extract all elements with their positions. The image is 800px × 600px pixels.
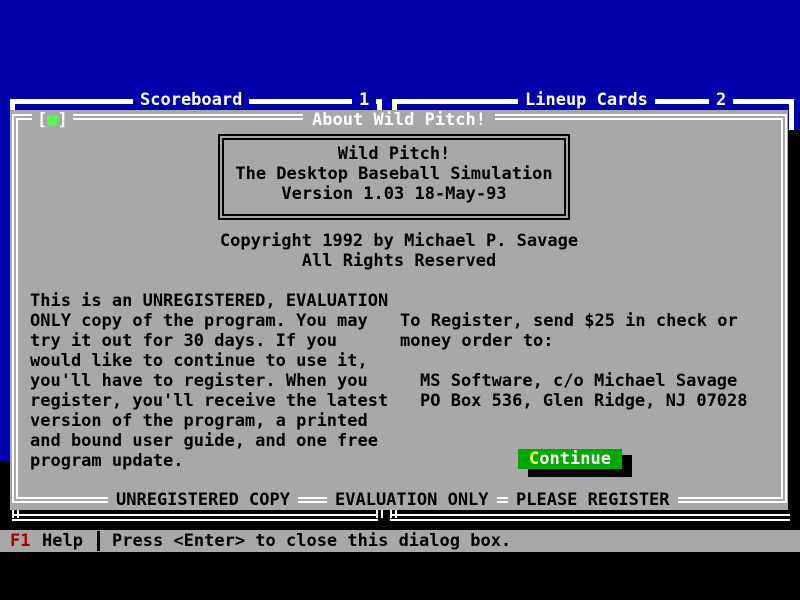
footer-please-register: PLEASE REGISTER: [508, 490, 678, 510]
continue-button[interactable]: Continue: [518, 449, 622, 469]
scoreboard-window-corner: [10, 99, 15, 110]
f1-help-label[interactable]: Help: [42, 531, 83, 551]
lineup-window-title[interactable]: Lineup Cards: [518, 90, 655, 110]
program-subtitle: The Desktop Baseball Simulation: [224, 164, 564, 184]
register-address-line: PO Box 536, Glen Ridge, NJ 07028: [400, 391, 780, 411]
close-button[interactable]: [■]: [32, 110, 73, 130]
statusbar-divider: [97, 531, 100, 551]
scoreboard-window-number[interactable]: 1: [352, 90, 376, 110]
footer-evaluation-only: EVALUATION ONLY: [327, 490, 497, 510]
dialog-shadow-right: [788, 130, 800, 530]
dos-screen: UNREGISTERED Wild Pitch! 1.03 Baseball S…: [0, 0, 800, 600]
program-version: Version 1.03 18-May-93: [224, 184, 564, 204]
copyright-text: Copyright 1992 by Michael P. Savage All …: [10, 231, 788, 271]
dialog-title: About Wild Pitch!: [303, 110, 495, 130]
footer-unregistered-copy: UNREGISTERED COPY: [108, 490, 298, 510]
status-bar: F1 Help Press <Enter> to close this dial…: [0, 530, 800, 552]
version-box: Wild Pitch! The Desktop Baseball Simulat…: [218, 134, 570, 220]
register-instructions: To Register, send $25 in check or money …: [400, 311, 780, 411]
lineup-window-corner: [392, 99, 397, 110]
f1-help-shortcut[interactable]: F1: [10, 531, 30, 551]
lineup-window-bottom-border: [390, 514, 790, 521]
close-icon: ■: [47, 110, 57, 130]
lineup-window-right-border: [789, 99, 794, 130]
program-name: Wild Pitch!: [224, 144, 564, 164]
statusbar-hint: Press <Enter> to close this dialog box.: [112, 531, 511, 551]
register-address-line: MS Software, c/o Michael Savage: [400, 371, 780, 391]
scoreboard-window-corner: [377, 99, 382, 110]
evaluation-text: This is an UNREGISTERED, EVALUATION ONLY…: [30, 291, 400, 471]
scoreboard-window-bottom-border: [12, 514, 378, 521]
lineup-window-number[interactable]: 2: [709, 90, 733, 110]
scoreboard-window-title[interactable]: Scoreboard: [133, 90, 249, 110]
about-dialog: [■] About Wild Pitch! Wild Pitch! The De…: [10, 110, 788, 510]
